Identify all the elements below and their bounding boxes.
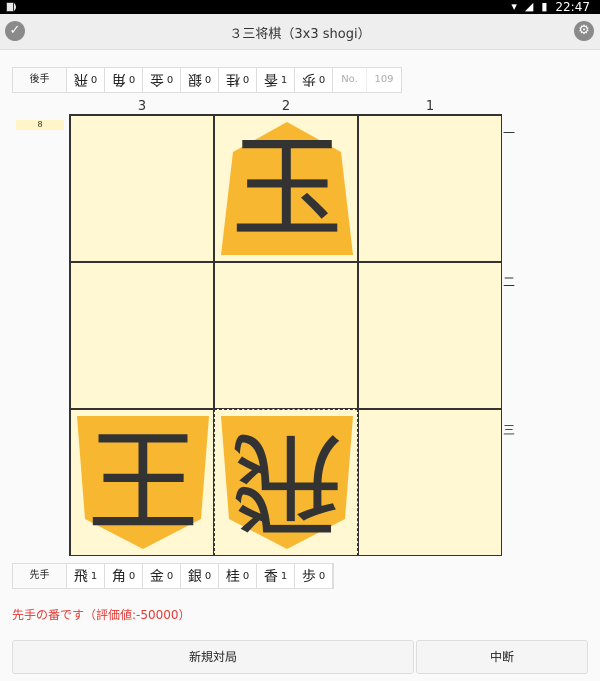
- gote-hand-piece[interactable]: 飛0: [67, 68, 105, 92]
- board-square-1-3[interactable]: [358, 409, 502, 556]
- sente-hand-piece[interactable]: 歩0: [295, 564, 333, 588]
- row-label: 三: [503, 423, 516, 437]
- piece-kanji: 玉: [231, 123, 343, 254]
- sente-hand-piece[interactable]: 香1: [257, 564, 295, 588]
- board-square-1-2[interactable]: [358, 262, 502, 409]
- abort-button[interactable]: 中断: [416, 640, 588, 674]
- board-square-3-2[interactable]: [70, 262, 214, 409]
- board-square-2-2[interactable]: [214, 262, 358, 409]
- piece-count: 1: [280, 570, 288, 582]
- gote-hand-piece[interactable]: 金0: [143, 68, 181, 92]
- gote-king-piece[interactable]: 玉: [221, 120, 353, 257]
- piece-kanji: 銀: [187, 569, 202, 585]
- clock: 22:47: [555, 0, 590, 14]
- signal-icon: ◢: [524, 0, 534, 13]
- board-square-3-1[interactable]: [70, 115, 214, 262]
- piece-kanji: 歩: [301, 569, 316, 585]
- piece-kanji: 角: [111, 569, 126, 585]
- piece-kanji: 銀: [187, 71, 202, 87]
- gote-hand-piece[interactable]: 銀0: [181, 68, 219, 92]
- shogi-board: 玉 王 飛: [69, 114, 502, 556]
- battery-icon: ▮: [541, 0, 548, 13]
- gear-icon[interactable]: ⚙: [574, 21, 594, 41]
- gote-hand-piece[interactable]: 歩0: [295, 68, 333, 92]
- board-square-1-1[interactable]: [358, 115, 502, 262]
- column-label: 1: [425, 99, 435, 114]
- gote-hand-piece[interactable]: 角0: [105, 68, 143, 92]
- gote-rook-piece[interactable]: 飛: [221, 414, 353, 551]
- sente-hand-label: 先手: [13, 564, 67, 588]
- piece-kanji: 金: [149, 71, 164, 87]
- piece-count: 0: [128, 570, 136, 582]
- row-label: 二: [503, 275, 516, 289]
- piece-kanji: 桂: [225, 569, 240, 585]
- app-title-bar: ✓ ３三将棋（3x3 shogi） ⚙: [0, 14, 600, 50]
- piece-count: 0: [204, 74, 212, 86]
- piece-count: 0: [242, 570, 250, 582]
- piece-kanji: 香: [263, 569, 278, 585]
- piece-count: 0: [166, 570, 174, 582]
- sente-hand-piece[interactable]: 銀0: [181, 564, 219, 588]
- new-game-button[interactable]: 新規対局: [12, 640, 414, 674]
- app-title: ３三将棋（3x3 shogi）: [229, 27, 371, 42]
- turn-status-message: 先手の番です（評価値:-50000）: [12, 608, 191, 622]
- piece-count: 0: [318, 74, 326, 86]
- column-label: 2: [281, 99, 291, 114]
- system-status-bar: ▾ ◢ ▮ 22:47: [0, 0, 600, 14]
- sd-card-icon: [6, 2, 14, 12]
- piece-kanji: 歩: [301, 71, 316, 87]
- gote-hand-piece[interactable]: 桂0: [219, 68, 257, 92]
- piece-kanji: 角: [111, 71, 126, 87]
- board-square-2-1[interactable]: 玉: [214, 115, 358, 262]
- piece-count: 1: [90, 570, 98, 582]
- piece-count: 0: [166, 74, 174, 86]
- wifi-icon: ▾: [511, 0, 517, 13]
- piece-kanji: 飛: [231, 417, 343, 548]
- piece-count: 1: [280, 74, 288, 86]
- piece-kanji: 金: [149, 569, 164, 585]
- sente-hand-piece[interactable]: 角0: [105, 564, 143, 588]
- sente-hand-piece[interactable]: 金0: [143, 564, 181, 588]
- gote-hand-piece[interactable]: 香1: [257, 68, 295, 92]
- piece-count: 0: [242, 74, 250, 86]
- piece-count: 0: [318, 570, 326, 582]
- piece-kanji: 飛: [73, 71, 88, 87]
- piece-kanji: 王: [87, 417, 199, 548]
- board-square-3-3[interactable]: 王: [70, 409, 214, 556]
- gote-hand: 後手 飛0 角0 金0 銀0 桂0 香1 歩0 No. 109: [12, 67, 402, 93]
- piece-kanji: 桂: [225, 71, 240, 87]
- sente-hand: 先手 飛1 角0 金0 銀0 桂0 香1 歩0: [12, 563, 334, 589]
- move-no-label: No.: [333, 68, 367, 92]
- move-number-badge: 8: [16, 120, 64, 130]
- sente-hand-piece[interactable]: 飛1: [67, 564, 105, 588]
- piece-count: 0: [128, 74, 136, 86]
- piece-count: 0: [90, 74, 98, 86]
- move-no-value: 109: [374, 74, 394, 85]
- piece-kanji: 香: [263, 71, 278, 87]
- piece-count: 0: [204, 570, 212, 582]
- board-square-2-3[interactable]: 飛: [214, 409, 358, 556]
- row-label: 一: [503, 126, 516, 140]
- piece-kanji: 飛: [73, 569, 88, 585]
- column-label: 3: [137, 99, 147, 114]
- gote-hand-label: 後手: [13, 68, 67, 92]
- sente-hand-piece[interactable]: 桂0: [219, 564, 257, 588]
- sente-king-piece[interactable]: 王: [77, 414, 209, 551]
